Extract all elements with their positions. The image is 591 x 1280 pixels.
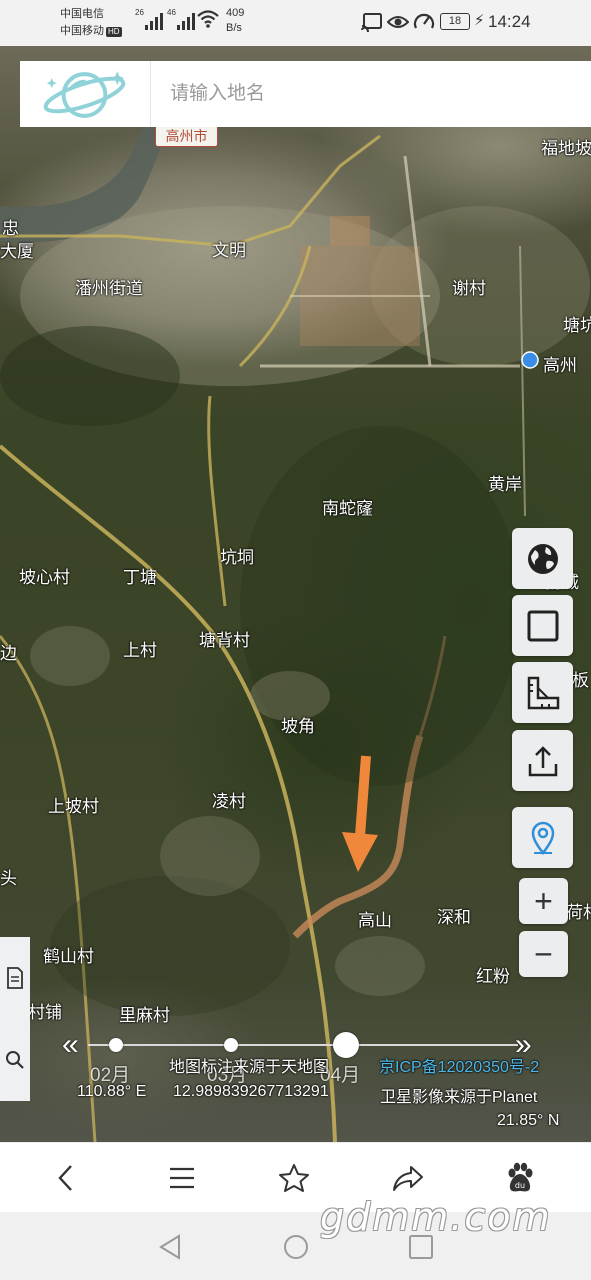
place-label: 鹤山村	[43, 947, 94, 966]
imagery-source: 卫星影像来源于Planet	[380, 1089, 538, 1106]
layers-button[interactable]	[512, 528, 573, 589]
charging-icon: ⚡	[474, 12, 485, 29]
map-arrow-head	[342, 832, 378, 872]
icp-link[interactable]: 京ICP备12020350号-2	[379, 1053, 539, 1077]
search-input[interactable]	[170, 75, 570, 113]
draw-area-button[interactable]	[512, 595, 573, 656]
nav-back-icon[interactable]	[155, 1232, 185, 1262]
place-label: 丁塘	[123, 568, 157, 587]
share-icon	[393, 1166, 423, 1191]
document-icon	[7, 967, 23, 989]
place-label: 红粉	[476, 967, 510, 986]
favorite-button[interactable]	[274, 1158, 314, 1198]
time-point-selected[interactable]	[333, 1032, 359, 1058]
place-label: 忠	[2, 219, 19, 238]
satellite-map[interactable]: 福地坡 潘州街道 文明 谢村 塘坑 高州 南蛇窿 黄岸 坑垌 坡心村 丁塘 扬城…	[0, 46, 591, 1142]
place-label: 高州	[543, 356, 577, 375]
menu-button[interactable]	[162, 1158, 202, 1198]
battery-indicator: 18	[440, 13, 470, 30]
place-label: 大厦	[0, 242, 34, 261]
annotation-source: 地图标注来源于天地图	[169, 1059, 330, 1076]
time-prev-button[interactable]: «	[62, 1028, 79, 1062]
signal-2-icon: 46	[167, 8, 195, 30]
wifi-icon	[197, 10, 219, 28]
location-pin-icon	[531, 821, 554, 855]
status-bar: 中国电信 中国移动 HD 26 46 409 B/s 18 ⚡ 14:24	[0, 0, 591, 46]
place-label: 坡心村	[19, 568, 70, 587]
place-label: 塘背村	[199, 631, 250, 650]
place-label: 里麻村	[119, 1006, 170, 1025]
star-icon	[279, 1164, 309, 1192]
latitude: 21.85° N	[497, 1112, 560, 1129]
back-button[interactable]	[46, 1158, 86, 1198]
place-label: 黄岸	[488, 475, 522, 494]
upload-icon	[528, 745, 557, 776]
place-label: 南蛇窿	[322, 499, 373, 518]
place-label: 上坡村	[48, 797, 99, 816]
hd-badge: HD	[106, 27, 122, 37]
cast-icon	[361, 13, 382, 32]
search-bar	[20, 61, 591, 127]
place-label: 坑垌	[220, 548, 254, 567]
place-label: 凌村	[212, 792, 246, 811]
baidu-paw-icon: du	[508, 1162, 533, 1192]
square-icon	[527, 610, 558, 641]
place-label: 潘州街道	[75, 279, 143, 298]
document-tab[interactable]	[0, 937, 30, 1019]
ruler-icon	[527, 676, 559, 709]
signal-1-icon: 26	[135, 8, 163, 30]
place-label: 文明	[212, 241, 246, 260]
place-label: 头	[0, 869, 17, 888]
carrier-info: 中国电信 中国移动 HD	[60, 6, 122, 40]
longitude: 110.88° E	[77, 1083, 147, 1100]
planet-logo-icon[interactable]	[20, 61, 151, 127]
place-label: 深和	[437, 908, 471, 927]
eye-comfort-icon	[387, 16, 409, 28]
time-point[interactable]	[109, 1038, 123, 1052]
share-export-button[interactable]	[512, 730, 573, 791]
place-label: 高山	[358, 911, 392, 930]
net-speed-value: 409	[226, 7, 245, 19]
menu-icon	[170, 1167, 194, 1189]
place-label: 上村	[123, 641, 157, 660]
globe-icon	[527, 543, 558, 574]
time-point[interactable]	[224, 1038, 238, 1052]
place-label: 荷村	[566, 903, 591, 922]
city-shield-label: 高州市	[155, 125, 218, 147]
back-icon	[58, 1165, 72, 1191]
watermark: gdmm.com	[320, 1195, 552, 1239]
signal-1-tag: 26	[135, 8, 144, 17]
baidu-button[interactable]: du	[500, 1158, 540, 1198]
nav-home-icon[interactable]	[281, 1232, 311, 1262]
locate-button[interactable]	[512, 807, 573, 868]
net-speed-unit: B/s	[226, 22, 242, 34]
speed-icon	[413, 13, 435, 29]
signal-2-tag: 46	[167, 8, 176, 17]
baidu-du-text: du	[515, 1181, 525, 1190]
place-label: 福地坡	[541, 139, 591, 158]
clock: 14:24	[488, 12, 531, 31]
measure-button[interactable]	[512, 662, 573, 723]
place-label: 谢村	[452, 279, 486, 298]
net-speed: 409 B/s	[226, 6, 244, 36]
map-arrow-shaft	[355, 755, 371, 837]
place-label: 塘坑	[563, 316, 591, 335]
center-value: 12.989839267713291	[173, 1083, 329, 1100]
share-button[interactable]	[388, 1158, 428, 1198]
carrier-1: 中国电信	[60, 8, 104, 20]
zoom-out-button[interactable]: −	[519, 931, 568, 977]
place-label: 村铺	[28, 1003, 62, 1022]
time-slider-track	[88, 1044, 518, 1046]
zoom-in-button[interactable]: +	[519, 878, 568, 924]
place-label: 边	[0, 644, 17, 663]
carrier-2: 中国移动	[60, 25, 104, 37]
place-label: 坡角	[281, 717, 315, 736]
